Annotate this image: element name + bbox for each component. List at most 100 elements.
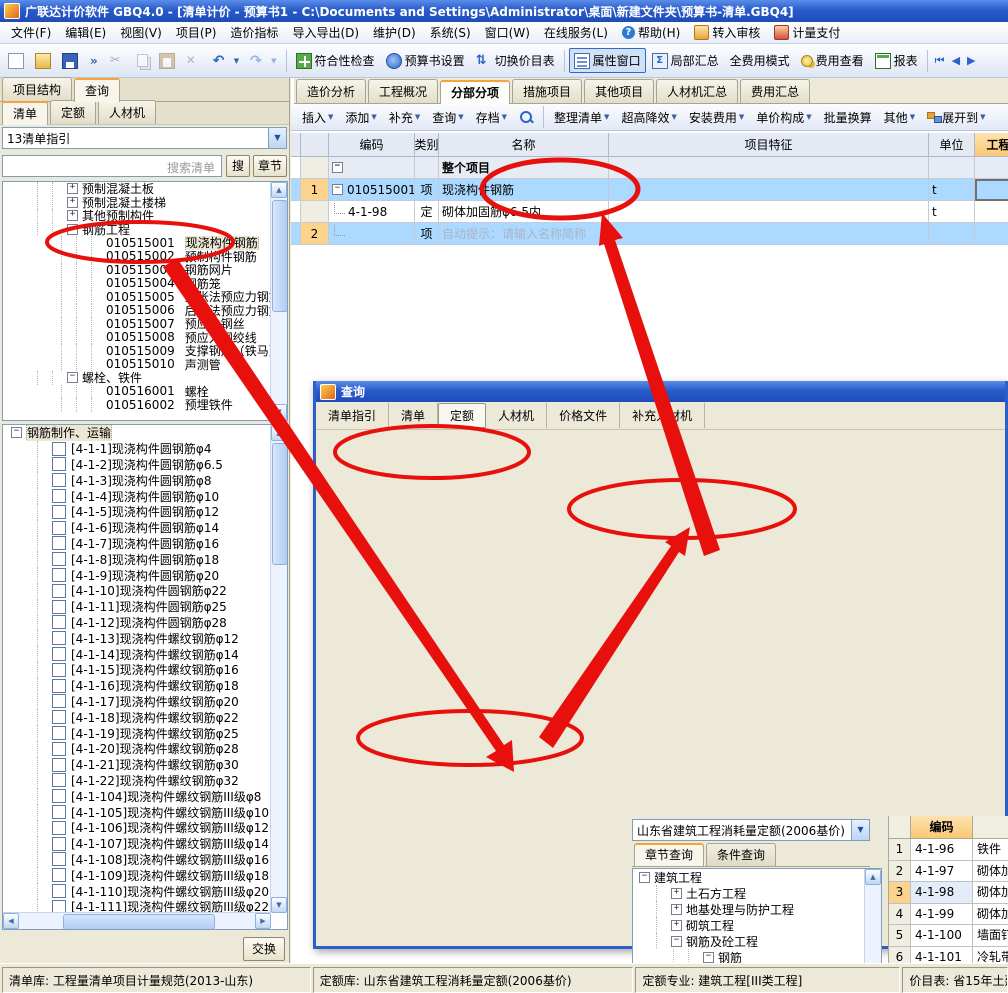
checkbox-unchecked-icon[interactable] <box>52 631 66 645</box>
undo-button[interactable]: ▼ <box>208 49 244 73</box>
quota-list-item[interactable]: [4-1-22]现浇构件螺纹钢筋φ32 <box>3 773 287 789</box>
checkbox-unchecked-icon[interactable] <box>52 726 66 740</box>
checkbox-unchecked-icon[interactable] <box>52 679 66 693</box>
budget-settings-button[interactable]: 预算书设置 <box>381 48 470 73</box>
tab-project-overview[interactable]: 工程概况 <box>368 79 438 103</box>
grid-cell-code[interactable]: − <box>329 157 415 179</box>
checkbox-unchecked-icon[interactable] <box>52 457 66 471</box>
other-button[interactable]: 其他▼ <box>879 107 920 128</box>
tree-collapse-icon[interactable]: − <box>332 162 343 173</box>
menu-item-online-service[interactable]: 在线服务(L) <box>537 22 615 43</box>
tree-expand-icon[interactable]: + <box>67 183 78 194</box>
switch-price-list-button[interactable]: 切换价目表 <box>471 48 560 73</box>
checkbox-unchecked-icon[interactable] <box>52 884 66 898</box>
grid-header-6[interactable]: 单位 <box>929 133 975 157</box>
copy-button[interactable] <box>132 50 153 71</box>
new-button[interactable] <box>3 49 29 73</box>
list-scrollbar-thumb[interactable] <box>63 914 215 930</box>
tree-item[interactable]: +预制混凝土板 <box>3 182 287 196</box>
scroll-down-icon[interactable]: ▼ <box>271 897 287 913</box>
table-row[interactable]: 2项自动提示：请输入名称简称 <box>291 223 1008 245</box>
swap-button[interactable]: 交换 <box>243 937 285 961</box>
tree-collapse-icon[interactable]: − <box>67 372 78 383</box>
organize-list-button[interactable]: 整理清单▼ <box>549 107 614 128</box>
popup-tab-dinge[interactable]: 定额 <box>438 403 486 428</box>
checkbox-unchecked-icon[interactable] <box>52 647 66 661</box>
unit-price-composition-button[interactable]: 单价构成▼ <box>751 107 816 128</box>
checkbox-unchecked-icon[interactable] <box>52 615 66 629</box>
menu-item-project[interactable]: 项目(P) <box>169 22 224 43</box>
tree-scrollbar-thumb[interactable] <box>272 200 288 312</box>
grid-cell-quantity[interactable] <box>975 157 1008 179</box>
checkbox-unchecked-icon[interactable] <box>52 505 66 519</box>
grid-cell-code[interactable] <box>329 223 415 245</box>
checkbox-unchecked-icon[interactable] <box>52 584 66 598</box>
table-row[interactable]: 4-1-98定砌体加固筋φ6.5内t <box>291 201 1008 223</box>
menu-item-file[interactable]: 文件(F) <box>4 22 58 43</box>
quota-list-item[interactable]: [4-1-5]现浇构件圆钢筋φ12 <box>3 504 287 520</box>
grid-cell-type[interactable]: 项 <box>415 179 439 201</box>
quota-list-item[interactable]: [4-1-19]现浇构件螺纹钢筋φ25 <box>3 725 287 741</box>
report-button[interactable]: 报表 <box>870 48 923 73</box>
popup-table-header-2[interactable]: 名称 <box>973 816 1008 839</box>
quota-list-header[interactable]: −钢筋制作、运输 <box>3 425 287 441</box>
tree-collapse-icon[interactable]: − <box>11 427 22 438</box>
checkbox-unchecked-icon[interactable] <box>52 473 66 487</box>
quota-list-item[interactable]: [4-1-20]现浇构件螺纹钢筋φ28 <box>3 741 287 757</box>
popup-cell-name[interactable]: 砌体加固筋φ6.5内 <box>973 882 1008 904</box>
grid-header-0[interactable] <box>291 133 301 157</box>
quota-list-item[interactable]: [4-1-11]现浇构件圆钢筋φ25 <box>3 599 287 615</box>
tab-fenbu-fenxiang[interactable]: 分部分项 <box>440 80 510 104</box>
tree-item[interactable]: +土石方工程 <box>633 885 881 901</box>
partial-summary-button[interactable]: Σ局部汇总 <box>647 48 724 73</box>
tree-item[interactable]: 010515003钢筋网片 <box>3 263 287 277</box>
quota-list-item[interactable]: [4-1-107]现浇构件螺纹钢筋III级φ14 <box>3 836 287 852</box>
tree-expand-icon[interactable]: + <box>67 197 78 208</box>
popup-cell-code[interactable]: 4-1-100 <box>911 925 973 947</box>
grid-header-2[interactable]: 编码 <box>329 133 415 157</box>
menu-item-import-export[interactable]: 导入导出(D) <box>285 22 366 43</box>
menu-item-maintain[interactable]: 维护(D) <box>366 22 423 43</box>
tree-item[interactable]: 010515007预应力钢丝 <box>3 317 287 331</box>
popup-tab-price-file[interactable]: 价格文件 <box>547 403 620 428</box>
grid-cell-unit[interactable] <box>929 157 975 179</box>
checkbox-unchecked-icon[interactable] <box>52 663 66 677</box>
tree-item[interactable]: 010515001现浇构件钢筋 <box>3 236 287 250</box>
table-row[interactable]: 24-1-97砌体加固筋φ5内t70 <box>889 861 1008 883</box>
quota-list-item[interactable]: [4-1-1]现浇构件圆钢筋φ4 <box>3 441 287 457</box>
menu-item-system[interactable]: 系统(S) <box>423 22 478 43</box>
grid-cell-name[interactable]: 现浇构件钢筋 <box>439 179 609 201</box>
popup-cell-code[interactable]: 4-1-99 <box>911 904 973 926</box>
tree-collapse-icon[interactable]: − <box>671 936 682 947</box>
cut-button[interactable] <box>105 49 131 73</box>
quota-list-item[interactable]: [4-1-6]现浇构件圆钢筋φ14 <box>3 520 287 536</box>
chevron-down-icon[interactable]: ▼ <box>851 820 869 840</box>
quota-list-item[interactable]: [4-1-15]现浇构件螺纹钢筋φ16 <box>3 662 287 678</box>
popup-cell-code[interactable]: 4-1-98 <box>911 882 973 904</box>
tree-item[interactable]: 010516001螺栓 <box>3 385 287 399</box>
scroll-up-icon[interactable]: ▲ <box>271 425 287 441</box>
tree-item[interactable]: 010515010声测管 <box>3 358 287 372</box>
grid-cell-name[interactable]: 砌体加固筋φ6.5内 <box>439 201 609 223</box>
scroll-down-icon[interactable]: ▼ <box>271 404 287 420</box>
quota-list-item[interactable]: [4-1-3]现浇构件圆钢筋φ8 <box>3 472 287 488</box>
menu-item-cost-index[interactable]: 造价指标 <box>223 22 285 43</box>
popup-cell-code[interactable]: 4-1-97 <box>911 861 973 883</box>
sidebar-tab-project-structure[interactable]: 项目结构 <box>2 77 72 101</box>
popup-subtab-condition-query[interactable]: 条件查询 <box>706 843 776 866</box>
popup-tab-supplement-rcj[interactable]: 补充人材机 <box>620 403 705 428</box>
tree-collapse-icon[interactable]: − <box>67 224 78 235</box>
fee-view-button[interactable]: 费用查看 <box>796 48 869 73</box>
popup-tab-rencaiji[interactable]: 人材机 <box>486 403 547 428</box>
tree-expand-icon[interactable]: + <box>671 904 682 915</box>
quota-list-item[interactable]: [4-1-108]现浇构件螺纹钢筋III级φ16 <box>3 852 287 868</box>
tree-collapse-icon[interactable]: − <box>332 184 343 195</box>
quota-list-item[interactable]: [4-1-8]现浇构件圆钢筋φ18 <box>3 551 287 567</box>
tree-item[interactable]: +其他预制构件 <box>3 209 287 223</box>
query-button[interactable]: 查询▼ <box>427 107 468 128</box>
table-row[interactable]: 34-1-98砌体加固筋φ6.5内t62 <box>889 882 1008 904</box>
tree-scrollbar-vertical[interactable]: ▲▼ <box>270 182 287 420</box>
quota-library-dropdown[interactable]: 山东省建筑工程消耗量定额(2006基价) ▼ <box>632 819 870 841</box>
menu-item-edit[interactable]: 编辑(E) <box>58 22 113 43</box>
grid-cell-code[interactable]: −010515001001 <box>329 179 415 201</box>
